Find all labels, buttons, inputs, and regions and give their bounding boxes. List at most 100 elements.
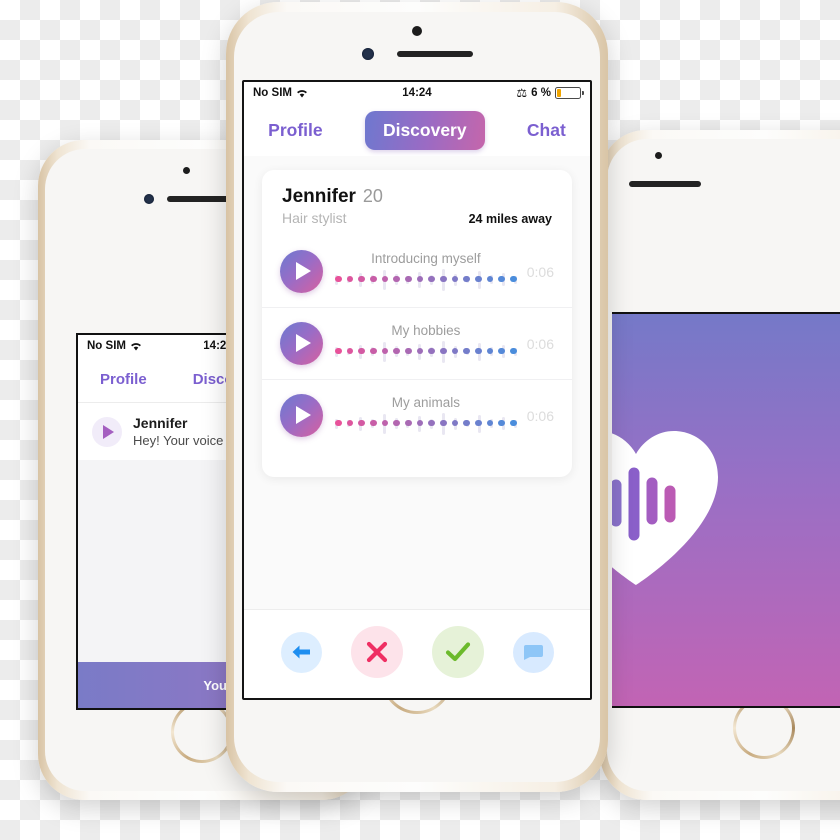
carrier-label: No SIM bbox=[253, 87, 292, 99]
play-icon[interactable] bbox=[280, 250, 323, 293]
waveform-dot bbox=[346, 419, 354, 426]
profile-card: Jennifer 20 Hair stylist 24 miles away I… bbox=[262, 170, 572, 477]
center-phone-device: No SIM 14:24 ⚖ 6 % Profile Discovery Cha… bbox=[226, 2, 608, 792]
chat-button[interactable] bbox=[512, 631, 554, 673]
arrow-left-icon bbox=[292, 645, 310, 659]
front-camera-icon bbox=[144, 194, 154, 204]
waveform-dot bbox=[335, 347, 342, 354]
proximity-sensor-icon bbox=[183, 167, 190, 174]
tab-bar: Profile Discovery Chat bbox=[244, 104, 590, 157]
check-icon bbox=[445, 642, 470, 662]
like-button[interactable] bbox=[431, 626, 484, 678]
heart-waveform-icon bbox=[612, 431, 718, 585]
waveform-dot bbox=[370, 275, 377, 282]
splash-screen bbox=[612, 314, 840, 706]
tab-discovery[interactable]: Discovery bbox=[364, 110, 485, 150]
waveform-dot bbox=[358, 275, 365, 282]
waveform-dot bbox=[475, 275, 482, 282]
waveform-dot bbox=[393, 347, 400, 354]
center-phone-screen: No SIM 14:24 ⚖ 6 % Profile Discovery Cha… bbox=[242, 80, 592, 700]
waveform-dot bbox=[405, 347, 412, 354]
left-status-carrier-group: No SIM bbox=[87, 340, 142, 352]
waveform-dot bbox=[440, 419, 447, 426]
waveform[interactable] bbox=[335, 412, 517, 435]
waveform-dot bbox=[405, 419, 412, 426]
waveform-dot bbox=[486, 347, 494, 354]
tab-profile[interactable]: Profile bbox=[100, 371, 147, 388]
waveform-dot bbox=[381, 347, 389, 354]
waveform-dot bbox=[451, 275, 459, 282]
waveform-dot bbox=[475, 347, 482, 354]
clock-label: 14:24 bbox=[402, 87, 432, 99]
voice-note-row[interactable]: My animals 0:06 bbox=[262, 379, 572, 451]
right-phone-screen bbox=[612, 312, 840, 708]
voice-note-duration: 0:06 bbox=[526, 407, 554, 424]
tab-profile[interactable]: Profile bbox=[262, 120, 328, 141]
voice-note-body: Introducing myself bbox=[335, 250, 517, 292]
waveform-dot bbox=[498, 419, 505, 426]
waveform-dot bbox=[463, 347, 470, 354]
status-bar: No SIM 14:24 ⚖ 6 % bbox=[244, 82, 590, 104]
battery-percent-label: 6 % bbox=[531, 87, 551, 99]
right-phone-device bbox=[600, 130, 840, 800]
waveform-dot bbox=[486, 275, 494, 282]
battery-icon bbox=[555, 87, 584, 99]
voice-note-duration: 0:06 bbox=[526, 335, 554, 352]
profile-sub-line: Hair stylist 24 miles away bbox=[282, 210, 552, 226]
waveform-dot bbox=[440, 347, 447, 354]
wifi-icon bbox=[131, 342, 141, 350]
waveform-dot bbox=[510, 347, 517, 354]
front-camera-icon bbox=[362, 48, 374, 60]
play-icon[interactable] bbox=[280, 394, 323, 437]
play-icon[interactable] bbox=[280, 322, 323, 365]
carrier-label: No SIM bbox=[87, 340, 126, 352]
discovery-content: Jennifer 20 Hair stylist 24 miles away I… bbox=[244, 156, 590, 698]
dislike-button[interactable] bbox=[350, 626, 403, 678]
waveform-dot bbox=[370, 347, 377, 354]
voice-note-row[interactable]: Introducing myself 0:06 bbox=[262, 236, 572, 307]
waveform-dot bbox=[463, 419, 470, 426]
waveform-dot bbox=[370, 419, 377, 426]
waveform-dot bbox=[451, 347, 459, 354]
profile-age: 20 bbox=[362, 186, 383, 206]
waveform[interactable] bbox=[335, 268, 517, 291]
waveform-dot bbox=[428, 347, 435, 354]
waveform-dot bbox=[381, 275, 389, 282]
home-button[interactable] bbox=[171, 701, 233, 763]
waveform-dot bbox=[416, 347, 424, 354]
waveform-dot bbox=[381, 419, 389, 426]
waveform-dot bbox=[416, 419, 424, 426]
voice-note-title: My hobbies bbox=[391, 322, 461, 338]
waveform-dot bbox=[486, 419, 494, 426]
profile-name: Jennifer bbox=[282, 186, 356, 207]
waveform-dot bbox=[463, 275, 470, 282]
waveform-dot bbox=[440, 275, 447, 282]
waveform-dot bbox=[346, 347, 354, 354]
profile-name-line: Jennifer 20 bbox=[282, 186, 552, 208]
rewind-button[interactable] bbox=[280, 631, 322, 673]
app-logo bbox=[612, 425, 726, 595]
waveform-dots bbox=[335, 275, 517, 282]
earpiece-speaker bbox=[397, 51, 473, 57]
proximity-sensor-icon bbox=[655, 152, 662, 159]
waveform-dots bbox=[335, 419, 517, 426]
voice-note-row[interactable]: My hobbies 0:06 bbox=[262, 307, 572, 379]
tab-chat[interactable]: Chat bbox=[521, 120, 572, 141]
action-bar bbox=[244, 609, 590, 698]
earpiece-speaker bbox=[629, 181, 701, 187]
screenshot-canvas: No SIM 14:25 Profile Discovery bbox=[0, 0, 840, 840]
waveform-dot bbox=[393, 275, 400, 282]
chat-bubble-icon bbox=[524, 644, 543, 660]
status-right-group: ⚖ 6 % bbox=[516, 87, 584, 99]
waveform-dot bbox=[510, 419, 517, 426]
voice-note-title: Introducing myself bbox=[371, 250, 481, 266]
waveform-dot bbox=[498, 347, 505, 354]
profile-card-header: Jennifer 20 Hair stylist 24 miles away bbox=[262, 170, 572, 236]
waveform[interactable] bbox=[335, 340, 517, 363]
waveform-dot bbox=[498, 275, 505, 282]
play-icon[interactable] bbox=[92, 416, 122, 447]
waveform-dot bbox=[335, 419, 342, 426]
waveform-dot bbox=[428, 275, 435, 282]
waveform-dot bbox=[416, 275, 424, 282]
waveform-dot bbox=[405, 275, 412, 282]
